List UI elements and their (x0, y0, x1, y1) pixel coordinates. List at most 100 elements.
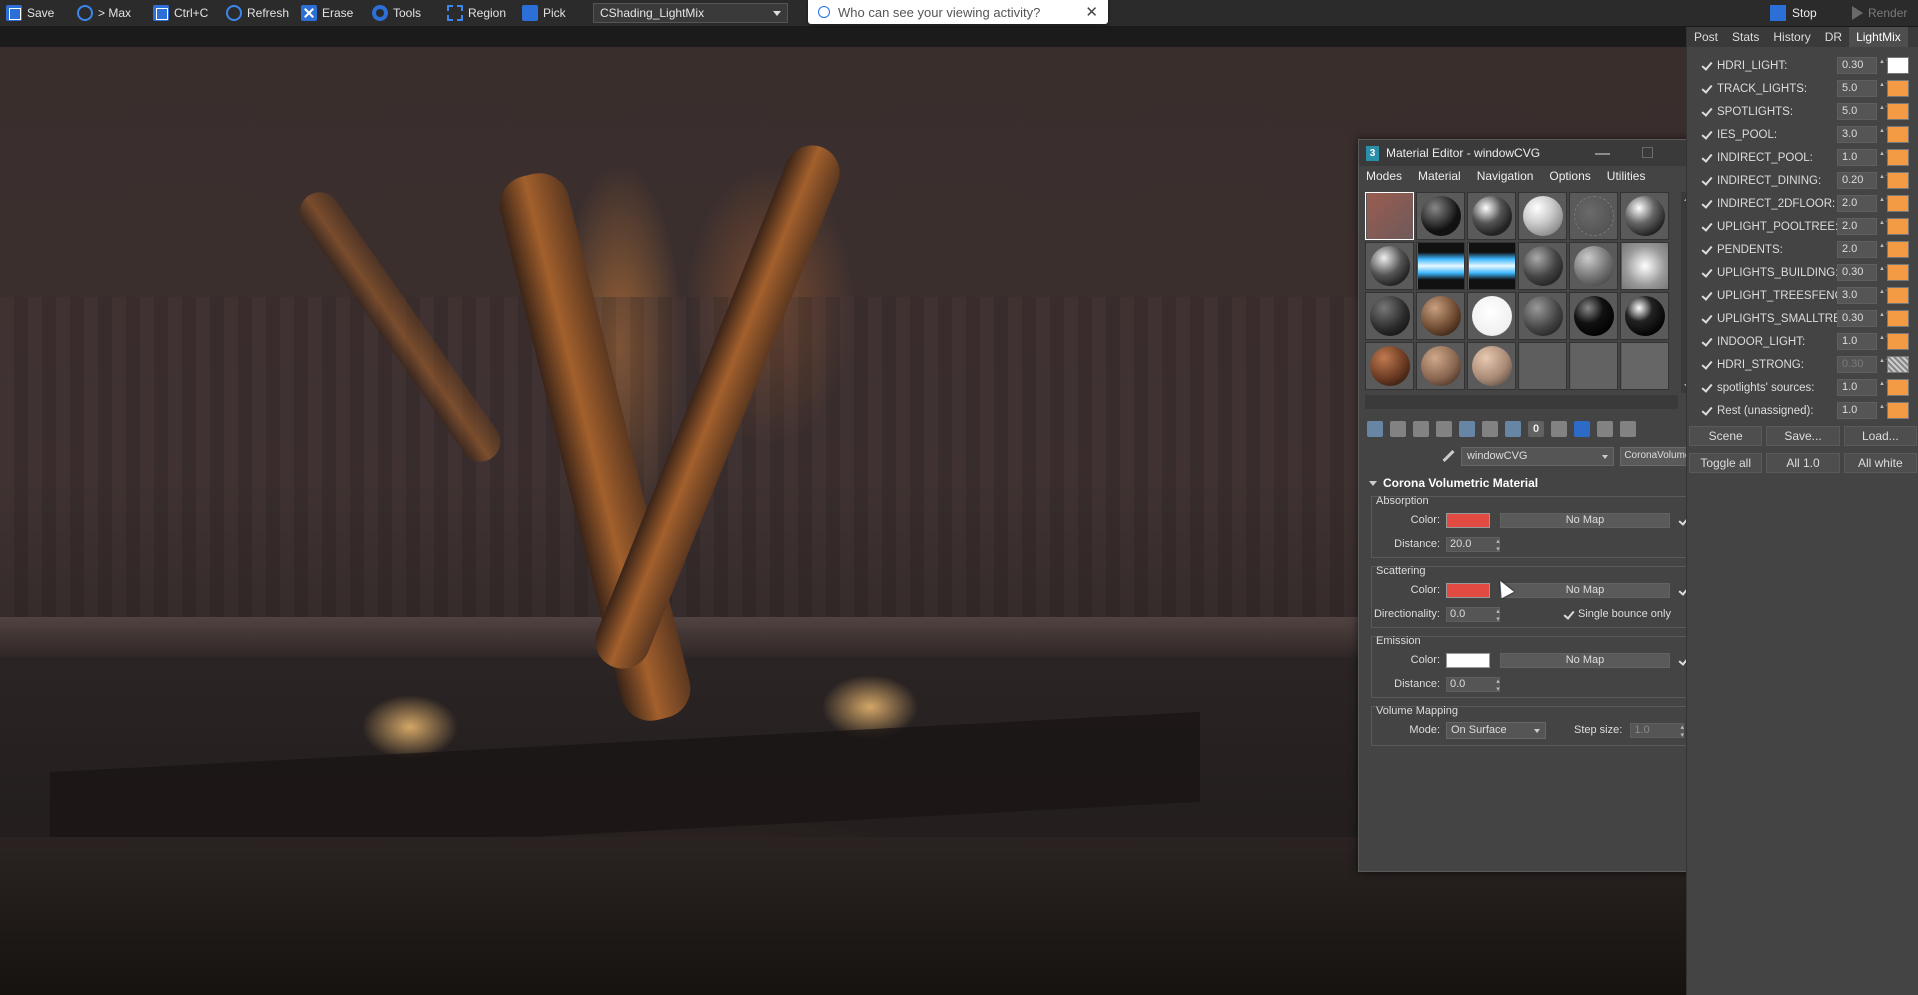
lightmix-enable-checkbox[interactable] (1701, 359, 1712, 370)
spinner-arrows-icon[interactable]: ▲▼ (1879, 289, 1891, 295)
make-unique-icon[interactable] (1459, 421, 1475, 437)
sample-slot[interactable] (1620, 292, 1669, 340)
spinner-arrows-icon[interactable]: ▲▼ (1879, 404, 1891, 410)
lightmix-enable-checkbox[interactable] (1701, 60, 1712, 71)
toggle-all-button[interactable]: Toggle all (1689, 453, 1763, 473)
render-button[interactable]: Render (1852, 2, 1907, 24)
menu-options[interactable]: Options (1549, 169, 1590, 183)
sample-slot[interactable] (1416, 192, 1465, 240)
mode-select[interactable]: On Surface (1446, 721, 1546, 739)
sample-slot[interactable] (1416, 342, 1465, 390)
sample-slot[interactable] (1416, 242, 1465, 290)
sample-slot[interactable] (1620, 192, 1669, 240)
tab-dr[interactable]: DR (1818, 27, 1849, 47)
copy-button[interactable]: Ctrl+C (149, 2, 212, 24)
lightmix-enable-checkbox[interactable] (1701, 405, 1712, 416)
all-white-button[interactable]: All white (1843, 453, 1917, 473)
tab-stats[interactable]: Stats (1725, 27, 1766, 47)
lightmix-intensity-spinner[interactable]: 0.30 (1837, 57, 1877, 74)
single-bounce-checkbox[interactable]: Single bounce only (1563, 608, 1671, 620)
rollout-header[interactable]: Corona Volumetric Material (1365, 474, 1708, 492)
go-to-parent-icon[interactable] (1597, 421, 1613, 437)
sample-slot[interactable] (1365, 242, 1414, 290)
to-max-button[interactable]: > Max (73, 2, 135, 24)
lightmix-intensity-spinner[interactable]: 3.0 (1837, 126, 1877, 143)
sample-slot[interactable] (1569, 242, 1618, 290)
lightmix-color-swatch[interactable] (1887, 103, 1909, 120)
directionality-spinner[interactable]: 0.0 (1446, 606, 1500, 623)
lightmix-intensity-spinner[interactable]: 1.0 (1837, 379, 1877, 396)
lightmix-color-swatch[interactable] (1887, 57, 1909, 74)
emission-map-button[interactable]: No Map (1500, 652, 1670, 668)
sample-slot[interactable] (1569, 192, 1618, 240)
lightmix-enable-checkbox[interactable] (1701, 382, 1712, 393)
lightmix-color-swatch[interactable] (1887, 264, 1909, 281)
get-material-icon[interactable] (1367, 421, 1383, 437)
sample-slot[interactable] (1365, 342, 1414, 390)
spinner-arrows-icon[interactable]: ▲▼ (1879, 381, 1891, 387)
lightmix-color-swatch[interactable] (1887, 172, 1909, 189)
save-button[interactable]: Save (2, 2, 58, 24)
lightmix-color-swatch[interactable] (1887, 149, 1909, 166)
lightmix-intensity-spinner[interactable]: 5.0 (1837, 103, 1877, 120)
lightmix-enable-checkbox[interactable] (1701, 313, 1712, 324)
menu-navigation[interactable]: Navigation (1477, 169, 1534, 183)
scattering-map-button[interactable]: No Map (1500, 582, 1670, 598)
lightmix-enable-checkbox[interactable] (1701, 106, 1712, 117)
emission-distance-spinner[interactable]: 0.0 (1446, 676, 1500, 693)
pick-button[interactable]: Pick (518, 2, 570, 24)
stop-button[interactable]: Stop (1770, 2, 1817, 24)
spinner-arrows-icon[interactable]: ▲▼ (1879, 151, 1891, 157)
go-forward-sibling-icon[interactable] (1620, 421, 1636, 437)
show-shaded-icon[interactable] (1551, 421, 1567, 437)
lightmix-color-swatch[interactable] (1887, 241, 1909, 258)
lightmix-intensity-spinner[interactable]: 3.0 (1837, 287, 1877, 304)
material-id-channel-icon[interactable] (1505, 421, 1521, 437)
menu-material[interactable]: Material (1418, 169, 1461, 183)
maximize-button[interactable]: ☐ (1625, 140, 1670, 166)
lightmix-color-swatch[interactable] (1887, 287, 1909, 304)
spinner-arrows-icon[interactable]: ▲▼ (1879, 312, 1891, 318)
spinner-arrows-icon[interactable]: ▲▼ (1879, 105, 1891, 111)
spinner-arrows-icon[interactable]: ▲▼ (1879, 358, 1891, 364)
spinner-arrows-icon[interactable]: ▲▼ (1879, 128, 1891, 134)
scattering-color-swatch[interactable] (1446, 582, 1490, 598)
load-preset-button[interactable]: Load... (1843, 426, 1917, 446)
sample-slot[interactable] (1518, 292, 1567, 340)
lightmix-intensity-spinner[interactable]: 0.20 (1837, 172, 1877, 189)
lightmix-intensity-spinner[interactable]: 1.0 (1837, 402, 1877, 419)
tools-button[interactable]: Tools (368, 2, 425, 24)
tab-history[interactable]: History (1766, 27, 1817, 47)
lightmix-color-swatch[interactable] (1887, 195, 1909, 212)
sample-slot[interactable] (1467, 292, 1516, 340)
lightmix-color-swatch[interactable] (1887, 126, 1909, 143)
spinner-arrows-icon[interactable]: ▲▼ (1879, 266, 1891, 272)
absorption-map-button[interactable]: No Map (1500, 512, 1670, 528)
sample-slot[interactable] (1569, 342, 1618, 390)
menu-utilities[interactable]: Utilities (1607, 169, 1646, 183)
emission-color-swatch[interactable] (1446, 652, 1490, 668)
spinner-arrows-icon[interactable]: ▲▼ (1879, 197, 1891, 203)
sample-slot[interactable] (1518, 192, 1567, 240)
refresh-button[interactable]: Refresh (222, 2, 293, 24)
show-end-result-icon[interactable] (1574, 421, 1590, 437)
tab-lightmix[interactable]: LightMix (1849, 27, 1908, 47)
lightmix-intensity-spinner[interactable]: 0.30 (1837, 356, 1877, 373)
lightmix-color-swatch[interactable] (1887, 80, 1909, 97)
menu-modes[interactable]: Modes (1366, 169, 1402, 183)
material-name-field[interactable]: windowCVG (1460, 446, 1615, 466)
lightmix-color-swatch[interactable] (1887, 310, 1909, 327)
lightmix-color-swatch[interactable] (1887, 379, 1909, 396)
lightmix-enable-checkbox[interactable] (1701, 336, 1712, 347)
sample-slot[interactable] (1467, 342, 1516, 390)
lightmix-enable-checkbox[interactable] (1701, 221, 1712, 232)
close-icon[interactable]: ✕ (1085, 3, 1098, 21)
lightmix-color-swatch[interactable] (1887, 402, 1909, 419)
lightmix-enable-checkbox[interactable] (1701, 267, 1712, 278)
lightmix-intensity-spinner[interactable]: 2.0 (1837, 195, 1877, 212)
sample-slot[interactable] (1416, 292, 1465, 340)
spinner-arrows-icon[interactable]: ▲▼ (1879, 174, 1891, 180)
id-zero-icon[interactable]: 0 (1528, 421, 1544, 437)
spinner-arrows-icon[interactable]: ▲▼ (1879, 335, 1891, 341)
sample-grid-horizontal-scrollbar[interactable] (1365, 395, 1678, 409)
